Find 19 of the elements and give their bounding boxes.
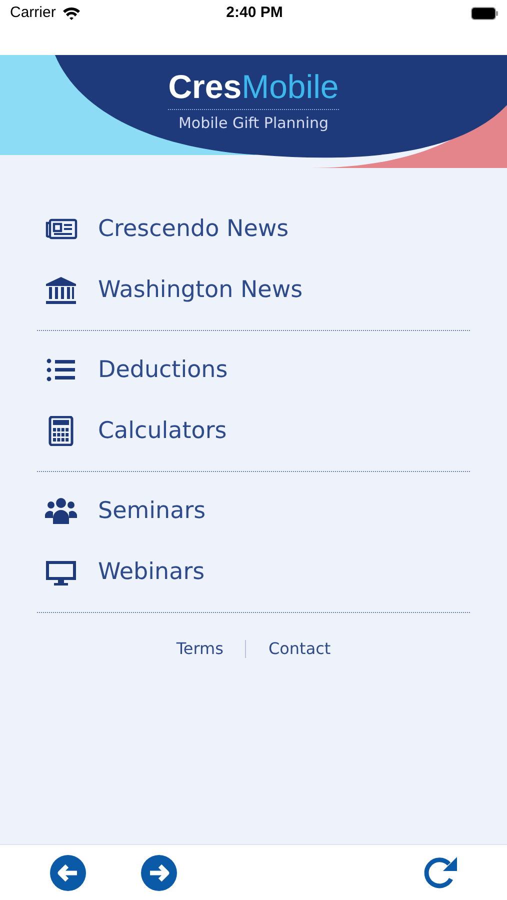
menu-item[interactable]: Washington News: [37, 259, 470, 320]
menu-item[interactable]: Deductions: [37, 339, 470, 400]
people-icon: [44, 496, 78, 526]
clock-time: 2:40 PM: [226, 4, 283, 21]
wifi-icon: [62, 6, 81, 20]
menu-item[interactable]: Crescendo News: [37, 198, 470, 259]
forward-button[interactable]: [141, 854, 177, 890]
back-button[interactable]: [50, 854, 86, 890]
battery-icon: [471, 7, 499, 20]
tagline: Mobile Gift Planning: [178, 114, 329, 132]
footer-link[interactable]: Terms: [176, 639, 224, 658]
footer-link[interactable]: Contact: [268, 639, 331, 658]
menu-item[interactable]: Calculators: [37, 400, 470, 461]
logo-text: Cres: [168, 69, 242, 105]
bank-icon: [44, 274, 78, 304]
logo-text: Mobile: [242, 69, 339, 105]
menu-item[interactable]: Seminars: [37, 480, 470, 541]
carrier-label: Carrier: [10, 4, 56, 21]
menu-item[interactable]: Webinars: [37, 541, 470, 602]
